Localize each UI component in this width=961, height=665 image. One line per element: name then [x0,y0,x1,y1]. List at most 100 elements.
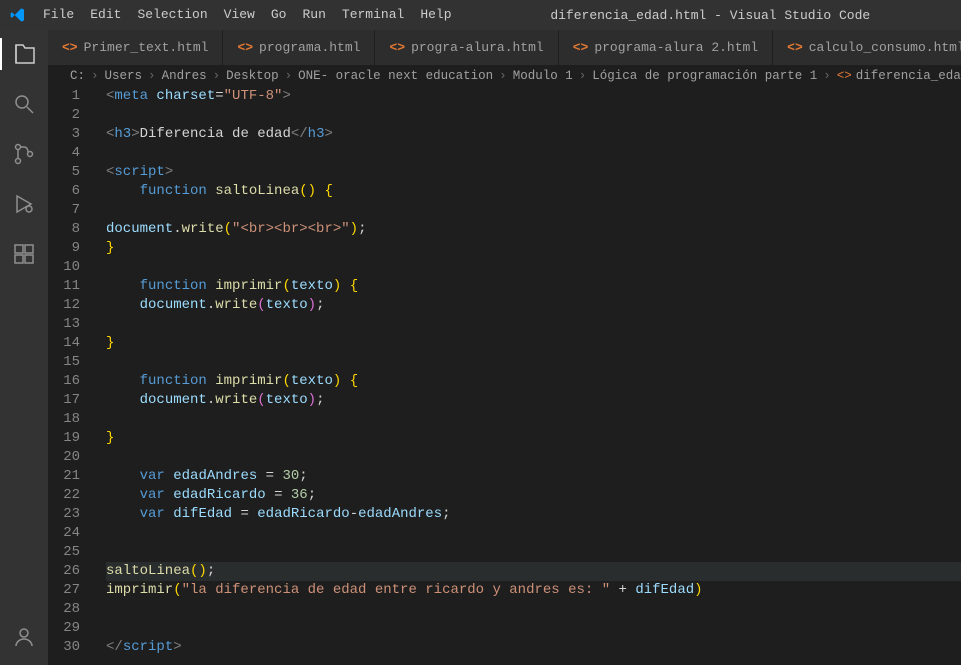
line-number: 7 [48,201,80,220]
code-line[interactable] [106,524,961,543]
breadcrumb-part[interactable]: Desktop [226,69,279,83]
tab-programa-alura-2[interactable]: <> programa-alura 2.html [559,30,773,65]
breadcrumb-part[interactable]: Andres [162,69,207,83]
code-line[interactable]: saltoLinea(); [106,562,961,581]
line-number: 6 [48,182,80,201]
menu-file[interactable]: File [35,0,82,30]
menu-go[interactable]: Go [263,0,295,30]
line-number: 29 [48,619,80,638]
line-number: 22 [48,486,80,505]
search-icon[interactable] [0,88,48,120]
code-line[interactable] [106,448,961,467]
line-number: 21 [48,467,80,486]
accounts-icon[interactable] [0,621,48,653]
code-line[interactable] [106,353,961,372]
run-debug-icon[interactable] [0,188,48,220]
html-file-icon: <> [787,40,803,55]
code-line[interactable] [106,410,961,429]
html-file-icon: <> [573,40,589,55]
line-number: 17 [48,391,80,410]
menu-view[interactable]: View [216,0,263,30]
line-number: 10 [48,258,80,277]
menu-terminal[interactable]: Terminal [334,0,412,30]
line-number: 25 [48,543,80,562]
code-editor[interactable]: 1234567891011121314151617181920212223242… [48,87,961,665]
line-number: 11 [48,277,80,296]
source-control-icon[interactable] [0,138,48,170]
line-number: 3 [48,125,80,144]
code-line[interactable]: <script> [106,163,961,182]
tab-label: calculo_consumo.html [809,40,961,55]
breadcrumb-part[interactable]: Users [105,69,143,83]
code-line[interactable] [106,144,961,163]
line-number: 27 [48,581,80,600]
tab-progra-alura[interactable]: <> progra-alura.html [375,30,558,65]
line-number: 9 [48,239,80,258]
line-number: 19 [48,429,80,448]
code-line[interactable]: document.write("<br><br><br>"); [106,220,961,239]
breadcrumbs[interactable]: C:› Users› Andres› Desktop› ONE- oracle … [48,65,961,87]
code-line[interactable]: document.write(texto); [106,391,961,410]
breadcrumb-part[interactable]: ONE- oracle next education [298,69,493,83]
line-number: 1 [48,87,80,106]
tab-primer-text[interactable]: <>Primer_text.html [48,30,223,65]
tab-calculo-consumo[interactable]: <> calculo_consumo.html [773,30,961,65]
code-line[interactable]: } [106,239,961,258]
tab-label: progra-alura.html [411,40,544,55]
html-file-icon: <> [389,40,405,55]
line-number: 13 [48,315,80,334]
chevron-right-icon: › [497,69,509,83]
code-line[interactable]: <meta charset="UTF-8"> [106,87,961,106]
tab-label: programa-alura 2.html [594,40,758,55]
code-content[interactable]: <meta charset="UTF-8"> <h3>Diferencia de … [98,87,961,665]
line-number: 12 [48,296,80,315]
line-number: 28 [48,600,80,619]
code-line[interactable]: <h3>Diferencia de edad</h3> [106,125,961,144]
menu-run[interactable]: Run [294,0,333,30]
code-line[interactable] [106,543,961,562]
tab-programa[interactable]: <>programa.html [223,30,375,65]
menu-edit[interactable]: Edit [82,0,129,30]
code-line[interactable]: } [106,334,961,353]
code-line[interactable] [106,258,961,277]
chevron-right-icon: › [577,69,589,83]
chevron-right-icon: › [211,69,223,83]
code-line[interactable]: var edadAndres = 30; [106,467,961,486]
breadcrumb-file[interactable]: diferencia_edad.html [856,69,961,83]
tab-label: programa.html [259,40,360,55]
extensions-icon[interactable] [0,238,48,270]
menu-bar: File Edit Selection View Go Run Terminal… [35,0,460,30]
line-number: 4 [48,144,80,163]
code-line[interactable]: document.write(texto); [106,296,961,315]
code-line[interactable]: } [106,429,961,448]
line-number: 16 [48,372,80,391]
line-number: 5 [48,163,80,182]
menu-help[interactable]: Help [412,0,459,30]
line-number: 2 [48,106,80,125]
code-line[interactable]: imprimir("la diferencia de edad entre ri… [106,581,961,600]
code-line[interactable] [106,201,961,220]
window-title: diferencia_edad.html - Visual Studio Cod… [460,8,961,23]
code-line[interactable]: function imprimir(texto) { [106,277,961,296]
code-line[interactable]: var difEdad = edadRicardo-edadAndres; [106,505,961,524]
code-line[interactable] [106,600,961,619]
chevron-right-icon: › [283,69,295,83]
activity-bar [0,30,48,665]
code-line[interactable]: </script> [106,638,961,657]
chevron-right-icon: › [146,69,158,83]
line-number: 8 [48,220,80,239]
breadcrumb-part[interactable]: C: [70,69,85,83]
html-file-icon: <> [837,69,852,83]
code-line[interactable] [106,106,961,125]
code-line[interactable]: function saltoLinea() { [106,182,961,201]
code-line[interactable] [106,619,961,638]
breadcrumb-part[interactable]: Modulo 1 [513,69,573,83]
code-line[interactable]: function imprimir(texto) { [106,372,961,391]
explorer-icon[interactable] [0,38,48,70]
line-number: 20 [48,448,80,467]
menu-selection[interactable]: Selection [129,0,215,30]
line-number: 15 [48,353,80,372]
code-line[interactable] [106,315,961,334]
breadcrumb-part[interactable]: Lógica de programación parte 1 [592,69,817,83]
code-line[interactable]: var edadRicardo = 36; [106,486,961,505]
